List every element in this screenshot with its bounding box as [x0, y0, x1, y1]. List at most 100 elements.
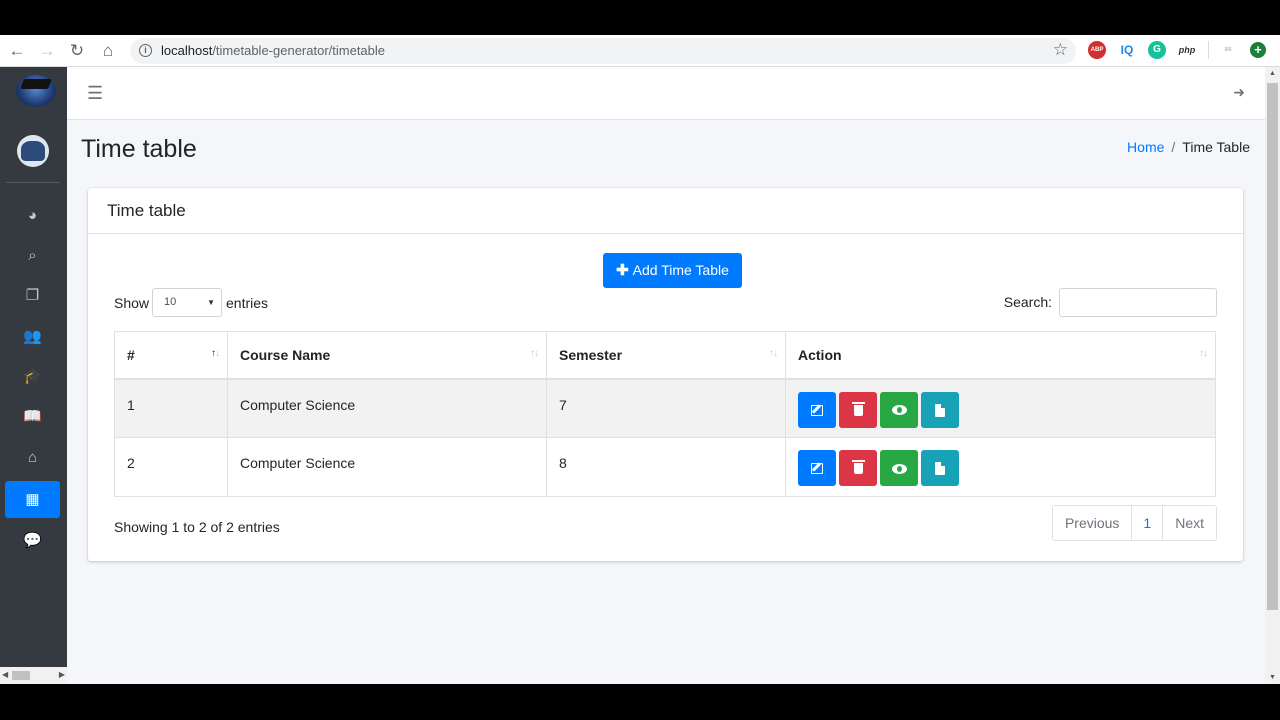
dashboard-icon[interactable]: ◕	[5, 197, 60, 234]
column-header-label: Course Name	[240, 347, 331, 363]
pagination-page[interactable]: 1	[1131, 506, 1163, 540]
url-path: /timetable-generator/timetable	[212, 43, 386, 58]
scroll-right-icon[interactable]: ▶	[59, 670, 65, 679]
avatar[interactable]	[17, 135, 49, 167]
column-header-action[interactable]: Action ↑↓	[785, 331, 1216, 380]
plus-icon: ✚	[616, 262, 629, 279]
cell-actions	[785, 378, 1216, 438]
table-icon[interactable]: ▦	[5, 481, 60, 518]
file-icon	[935, 403, 945, 417]
scroll-up-icon[interactable]: ▲	[1269, 70, 1276, 77]
timetable-table: # ↑↓ Course Name ↑↓ Semester ↑↓ Action ↑↓ 1 …	[114, 331, 1216, 497]
trash-icon	[851, 401, 865, 416]
address-url[interactable]: localhost/timetable-generator/timetable	[161, 43, 385, 58]
extension-lines-icon[interactable]: ≡≡	[1218, 41, 1238, 59]
scroll-left-icon[interactable]: ◀	[2, 670, 8, 679]
pagination: Previous 1 Next	[1051, 505, 1217, 541]
url-host: localhost	[161, 43, 213, 58]
file-button[interactable]	[921, 450, 959, 486]
sort-icon: ↑↓	[1199, 348, 1208, 359]
site-info-icon[interactable]: i	[139, 44, 152, 57]
column-header-label: Semester	[559, 347, 623, 363]
back-arrow-icon[interactable]: ←	[7, 41, 27, 61]
column-header-semester[interactable]: Semester ↑↓	[546, 331, 786, 380]
iq-extension-icon[interactable]: IQ	[1118, 41, 1136, 59]
table-row: 1 Computer Science 7	[114, 378, 1216, 438]
scroll-thumb[interactable]	[1267, 83, 1278, 610]
scroll-down-icon[interactable]: ▼	[1269, 674, 1276, 681]
eye-icon	[891, 405, 907, 416]
page-vertical-scrollbar[interactable]: ▲ ▼	[1265, 67, 1280, 684]
trash-icon	[851, 460, 865, 475]
add-button-label: Add Time Table	[632, 262, 729, 278]
menu-toggle-icon[interactable]: ☰	[87, 83, 103, 103]
entries-select[interactable]: 10 ▼	[152, 288, 222, 317]
bottom-black-bar	[0, 684, 1280, 720]
adblock-extension-icon[interactable]: ABP	[1088, 41, 1106, 59]
reload-icon[interactable]: ↻	[67, 41, 87, 61]
delete-button[interactable]	[839, 450, 877, 486]
forward-arrow-icon[interactable]: →	[37, 41, 57, 61]
entries-select-value: 10	[164, 296, 177, 308]
timetable-card: Time table ✚ Add Time Table Show 10 ▼ ent…	[88, 188, 1243, 561]
top-black-bar	[0, 0, 1280, 35]
cell-actions	[785, 437, 1216, 497]
edit-button[interactable]	[798, 450, 836, 486]
cell-number: 1	[114, 378, 228, 438]
sort-icon: ↑↓	[769, 348, 778, 359]
delete-button[interactable]	[839, 391, 877, 428]
home-browser-icon[interactable]: ⌂	[98, 41, 118, 61]
edit-icon	[811, 404, 823, 416]
home-icon[interactable]: ⌂	[5, 439, 60, 476]
column-header-label: Action	[798, 347, 842, 363]
address-bar[interactable]: i localhost/timetable-generator/timetabl…	[130, 38, 1076, 64]
cell-course: Computer Science	[227, 378, 547, 438]
comment-icon[interactable]: 💬	[5, 522, 60, 559]
cell-number: 2	[114, 437, 228, 497]
sidebar: ◕ ⌕ ❐ 👥 🎓 📖 ⌂ ▦ 💬 ◀ ▶	[0, 67, 67, 684]
pagination-previous[interactable]: Previous	[1052, 506, 1132, 540]
cell-semester: 8	[546, 437, 786, 497]
top-navbar: ☰ ➜	[67, 67, 1265, 120]
column-header-number[interactable]: # ↑↓	[114, 331, 228, 380]
add-extension-icon[interactable]: +	[1250, 42, 1266, 58]
cell-course: Computer Science	[227, 437, 547, 497]
page-title: Time table	[81, 135, 197, 163]
browser-toolbar: ← → ↻ ⌂ i localhost/timetable-generator/…	[0, 35, 1280, 67]
view-button[interactable]	[880, 450, 918, 486]
edit-icon	[811, 463, 823, 475]
graduation-cap-icon[interactable]: 🎓	[5, 358, 60, 395]
toolbar-divider	[1208, 41, 1209, 59]
chevron-down-icon: ▼	[207, 298, 215, 307]
card-header: Time table	[88, 188, 1243, 234]
php-extension-icon[interactable]: php	[1176, 41, 1198, 59]
search-input[interactable]	[1059, 288, 1217, 317]
sidebar-horizontal-scrollbar[interactable]: ◀ ▶	[0, 667, 67, 684]
bookmark-star-icon[interactable]: ☆	[1053, 40, 1068, 60]
file-button[interactable]	[921, 391, 959, 428]
search-icon[interactable]: ⌕	[5, 237, 60, 274]
view-button[interactable]	[880, 391, 918, 428]
breadcrumb-separator: /	[1171, 139, 1176, 155]
show-label: Show	[114, 295, 150, 311]
users-icon[interactable]: 👥	[5, 318, 60, 355]
add-time-table-button[interactable]: ✚ Add Time Table	[603, 253, 742, 288]
search-label: Search:	[1003, 294, 1052, 310]
pagination-next[interactable]: Next	[1162, 506, 1216, 540]
column-header-course[interactable]: Course Name ↑↓	[227, 331, 547, 380]
book-icon[interactable]: 📖	[5, 398, 60, 435]
sort-icon: ↑↓	[530, 348, 539, 359]
cell-semester: 7	[546, 378, 786, 438]
scroll-thumb[interactable]	[12, 671, 30, 680]
sidebar-divider	[6, 182, 60, 183]
card-title: Time table	[107, 201, 186, 220]
edit-button[interactable]	[798, 391, 836, 428]
breadcrumb: Home / Time Table	[1127, 139, 1250, 155]
table-info: Showing 1 to 2 of 2 entries	[114, 519, 280, 535]
sign-out-icon[interactable]: ➜	[1233, 84, 1245, 101]
grammarly-extension-icon[interactable]: G	[1148, 41, 1166, 59]
sort-asc-icon: ↑↓	[211, 348, 220, 359]
copy-icon[interactable]: ❐	[5, 277, 60, 314]
brand-logo[interactable]	[16, 75, 56, 107]
breadcrumb-home-link[interactable]: Home	[1127, 139, 1164, 155]
